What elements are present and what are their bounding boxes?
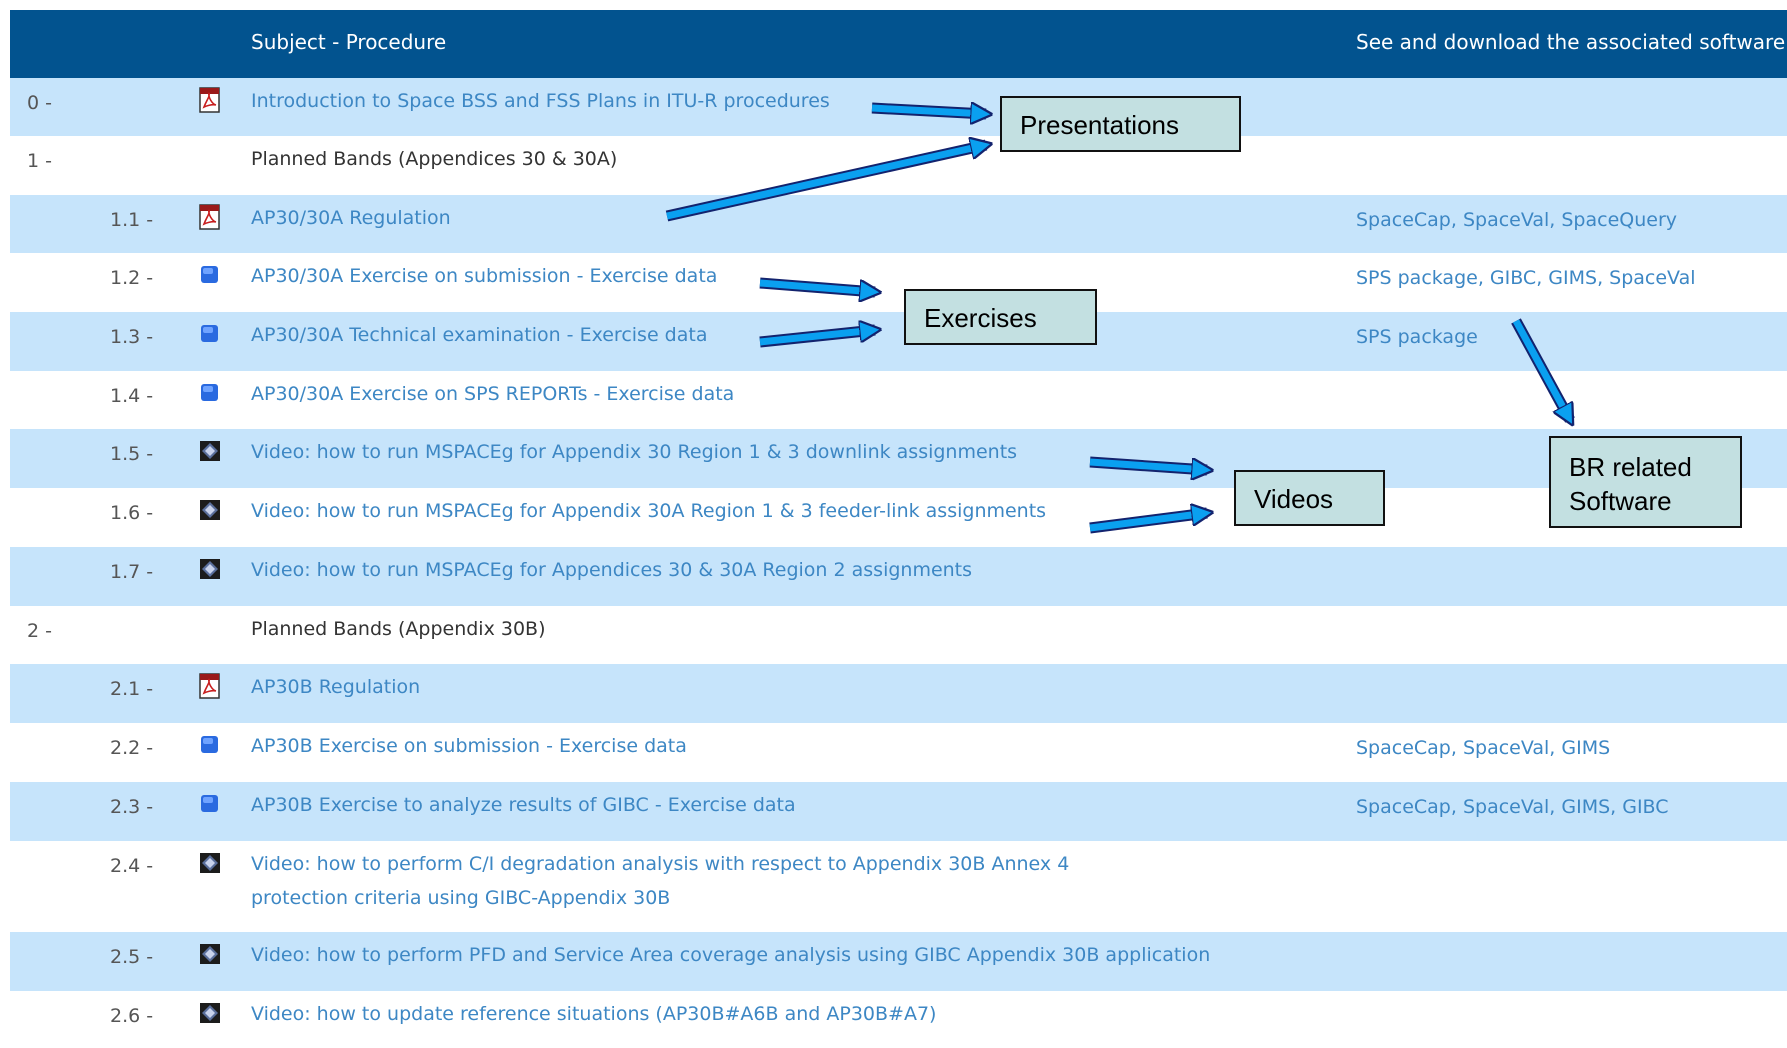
arrow-software xyxy=(1512,319,1570,420)
arrow-videos-1 xyxy=(1089,462,1207,470)
arrow-exercises-1 xyxy=(759,279,875,292)
arrows xyxy=(666,108,1570,532)
arrow-presentations-2 xyxy=(666,145,986,220)
arrows-overlay xyxy=(665,0,1575,534)
